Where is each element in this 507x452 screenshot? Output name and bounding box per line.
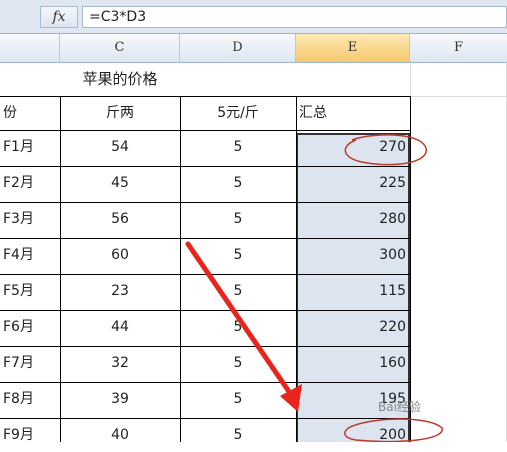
table-row-border: [0, 202, 410, 203]
cell-price[interactable]: 5: [180, 238, 296, 272]
cell-month[interactable]: F8月: [0, 382, 60, 416]
cell-price[interactable]: 5: [180, 382, 296, 416]
cell-weight[interactable]: 40: [60, 418, 180, 452]
header-weight[interactable]: 斤两: [60, 96, 180, 130]
formula-bar: fx =C3*D3: [0, 0, 507, 34]
cell-total[interactable]: 280: [296, 202, 410, 236]
cell-month[interactable]: F1月: [0, 130, 60, 164]
table-column-border: [410, 96, 411, 442]
cell-weight[interactable]: 32: [60, 346, 180, 380]
table-title: 苹果的价格: [82, 70, 158, 88]
cell-month[interactable]: F9月: [0, 418, 60, 452]
table-row-border: [0, 274, 410, 275]
formula-input[interactable]: =C3*D3: [82, 6, 507, 28]
cell-weight[interactable]: 56: [60, 202, 180, 236]
column-header-c[interactable]: C: [60, 34, 180, 62]
column-header-e[interactable]: E: [296, 34, 410, 62]
table-row-border: [0, 382, 410, 383]
cell-total[interactable]: 220: [296, 310, 410, 344]
column-header-row: C D E F: [0, 34, 507, 63]
cell-price[interactable]: 5: [180, 130, 296, 164]
cell-weight[interactable]: 54: [60, 130, 180, 164]
cell-price[interactable]: 5: [180, 418, 296, 452]
table-column-border: [180, 96, 181, 442]
cell-total[interactable]: 160: [296, 346, 410, 380]
cell-month[interactable]: F2月: [0, 166, 60, 200]
cell-month[interactable]: F4月: [0, 238, 60, 272]
watermark-text: Bai经验: [378, 400, 421, 414]
header-month[interactable]: 份: [0, 96, 60, 130]
table-row-border: [0, 238, 410, 239]
cell-weight[interactable]: 39: [60, 382, 180, 416]
column-header-f[interactable]: F: [410, 34, 507, 62]
table-row-border: [0, 346, 410, 347]
cell-month[interactable]: F5月: [0, 274, 60, 308]
table-column-border: [60, 96, 61, 442]
cell-weight[interactable]: 45: [60, 166, 180, 200]
table-column-border: [296, 96, 297, 442]
cell-total[interactable]: 200: [296, 418, 410, 452]
cell-month[interactable]: F6月: [0, 310, 60, 344]
cell-total[interactable]: 225: [296, 166, 410, 200]
column-header-b[interactable]: [0, 34, 60, 62]
table-row-border: [0, 130, 410, 131]
insert-function-button[interactable]: fx: [40, 6, 78, 28]
cell-price[interactable]: 5: [180, 202, 296, 236]
cell-total[interactable]: 270: [296, 130, 410, 164]
table-row-border: [0, 166, 410, 167]
cell-price[interactable]: 5: [180, 166, 296, 200]
cell-month[interactable]: F7月: [0, 346, 60, 380]
column-header-d[interactable]: D: [180, 34, 296, 62]
cell-price[interactable]: 5: [180, 274, 296, 308]
cell-price[interactable]: 5: [180, 310, 296, 344]
cell-price[interactable]: 5: [180, 346, 296, 380]
table-row-border: [0, 96, 410, 97]
cell-month[interactable]: F3月: [0, 202, 60, 236]
header-total[interactable]: 汇总: [296, 96, 410, 130]
header-price[interactable]: 5元/斤: [180, 96, 296, 130]
cell-total[interactable]: 300: [296, 238, 410, 272]
table-row-border: [0, 418, 410, 419]
table-row-border: [0, 310, 410, 311]
cell-weight[interactable]: 60: [60, 238, 180, 272]
cell-weight[interactable]: 44: [60, 310, 180, 344]
cell-total[interactable]: 115: [296, 274, 410, 308]
cell-weight[interactable]: 23: [60, 274, 180, 308]
